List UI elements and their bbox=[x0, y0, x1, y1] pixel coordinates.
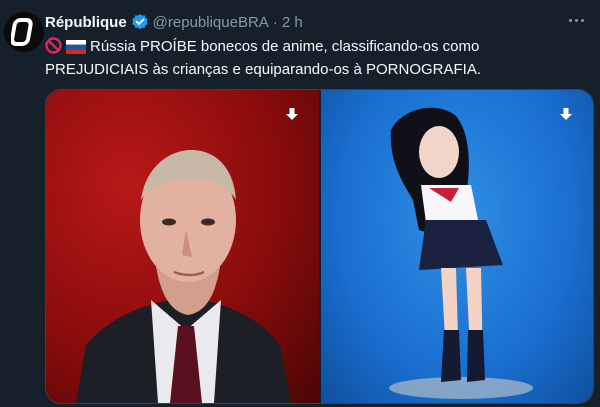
tweet-text: Rússia PROÍBE bonecos de anime, classifi… bbox=[45, 37, 580, 80]
prohibited-icon bbox=[45, 37, 62, 60]
media-image-left[interactable] bbox=[46, 90, 319, 403]
header-separator: · bbox=[272, 13, 278, 31]
author-name[interactable]: République bbox=[45, 14, 127, 31]
author-handle[interactable]: @republiqueBRA bbox=[153, 14, 269, 31]
avatar[interactable] bbox=[4, 12, 44, 52]
figure-image bbox=[388, 107, 533, 399]
tweet-header: République @republiqueBRA · 2 h bbox=[45, 13, 560, 31]
download-arrow-icon[interactable] bbox=[283, 106, 301, 124]
post-time[interactable]: 2 h bbox=[282, 14, 303, 31]
portrait-image bbox=[76, 150, 291, 403]
more-options-icon[interactable] bbox=[564, 10, 588, 30]
media-gallery[interactable] bbox=[45, 89, 594, 404]
republique-logo-icon bbox=[11, 18, 33, 46]
verified-badge-icon bbox=[131, 13, 149, 31]
download-arrow-icon[interactable] bbox=[557, 106, 575, 124]
russia-flag-icon bbox=[66, 40, 86, 60]
media-image-right[interactable] bbox=[320, 90, 593, 403]
tweet-body: Rússia PROÍBE bonecos de anime, classifi… bbox=[45, 38, 481, 78]
